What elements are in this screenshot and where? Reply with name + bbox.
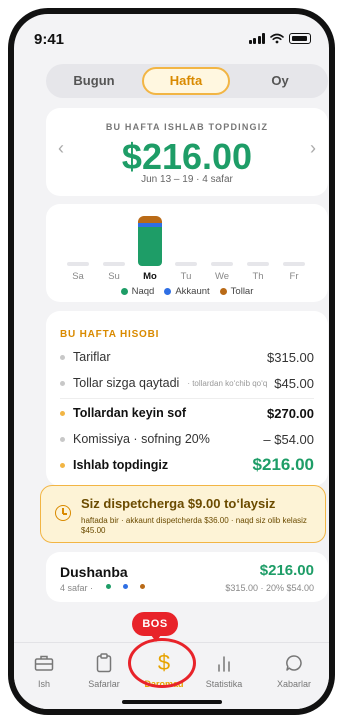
legend-label: Akkaunt: [175, 286, 210, 297]
row-note: · tollardan ko‘chib qo‘q: [187, 378, 268, 388]
day-name: Dushanba: [60, 564, 128, 580]
bullet: [60, 410, 65, 416]
banner-title: Siz dispetcherga $9.00 to‘laysiz: [81, 496, 276, 511]
weekly-chart: Naqd Akkaunt Tollar Sa Su Mo Tu We Th Fr: [46, 204, 328, 302]
day-label[interactable]: Tu: [174, 271, 198, 282]
day-row-monday[interactable]: Dushanba $216.00 4 safar · $315.00 · 20%…: [46, 552, 328, 602]
tab-label: Safarlar: [88, 679, 120, 689]
empty-day-bar: [103, 262, 125, 266]
report-row-commission: Komissiya · sofning 20% – $54.00: [60, 429, 314, 449]
row-value: – $54.00: [263, 431, 314, 447]
screen: 9:41 Bugun Hafta Oy ‹ › BU HAFTA ISHLAB …: [14, 14, 329, 709]
legend-dot: [219, 288, 227, 295]
row-value: $45.00: [274, 375, 314, 391]
row-value: $270.00: [267, 405, 314, 421]
tab-label: Xabarlar: [276, 679, 312, 689]
tab-today[interactable]: Bugun: [54, 64, 134, 98]
cash-dot: [106, 584, 111, 589]
day-label[interactable]: Su: [102, 271, 126, 282]
empty-day-bar: [67, 262, 89, 266]
row-value: $216.00: [252, 455, 314, 474]
bar-chart-icon: [194, 651, 254, 675]
briefcase-icon: [14, 651, 74, 675]
legend-item: Tollar: [219, 286, 254, 297]
tab-week[interactable]: Hafta: [142, 67, 230, 95]
divider: [60, 398, 314, 399]
signal-icon: [248, 33, 265, 44]
day-trips: 4 safar ·: [60, 583, 94, 593]
row-label: Ishlab topdingiz: [73, 458, 169, 472]
highlight-ring: [128, 638, 196, 688]
tab-label: Ish: [37, 679, 50, 689]
legend-dot: [164, 288, 172, 295]
status-icons: [248, 33, 311, 44]
tab-month[interactable]: Oy: [240, 64, 320, 98]
empty-day-bar: [283, 262, 305, 266]
day-detail: $315.00 · 20% $54.00: [225, 583, 314, 593]
summary-label: BU HAFTA ISHLAB TOPDINGIZ: [105, 122, 269, 132]
bar-segment-naqd: [138, 227, 162, 266]
tab-xabarlar[interactable]: Xabarlar: [264, 651, 324, 689]
clock-icon: [55, 505, 71, 521]
legend-item: Akkaunt: [164, 286, 210, 297]
toll-dot: [140, 584, 145, 589]
legend-dot: [120, 288, 128, 295]
day-label[interactable]: We: [210, 271, 234, 282]
report-row-fares: Tariflar $315.00: [60, 347, 314, 367]
row-label: Komissiya · sofning 20%: [73, 432, 210, 446]
report-row-tolls-returned: Tollar sizga qaytadi · tollardan ko‘chib…: [60, 373, 314, 393]
empty-day-bar: [175, 262, 197, 266]
summary-card: ‹ › BU HAFTA ISHLAB TOPDINGIZ $216.00 Ju…: [46, 108, 328, 196]
bullet: [60, 380, 65, 386]
day-label[interactable]: Sa: [66, 271, 90, 282]
bullet: [60, 436, 65, 442]
battery-icon: [289, 33, 311, 44]
legend-label: Naqd: [131, 286, 155, 297]
summary-amount: $216.00: [121, 136, 253, 177]
bar-segment-akkaunt: [138, 223, 162, 227]
day-label[interactable]: Mo: [138, 271, 162, 282]
day-label[interactable]: Th: [246, 271, 270, 282]
report-card: BU HAFTA HISOBI Tariflar $315.00 Tollar …: [46, 311, 328, 486]
row-label: Tollar sizga qaytadi: [73, 376, 180, 390]
dispatcher-banner[interactable]: Siz dispetcherga $9.00 to‘laysiz haftada…: [40, 485, 326, 543]
account-dot: [123, 584, 128, 589]
status-bar: 9:41: [14, 14, 329, 58]
banner-subtitle: haftada bir · akkaunt dispetcherda $36.0…: [81, 516, 307, 535]
chart-legend: Naqd Akkaunt Tollar: [46, 286, 328, 297]
report-row-earned: Ishlab topdingiz $216.00: [60, 455, 314, 475]
legend-label: Tollar: [230, 286, 254, 297]
summary-range: Jun 13 – 19 · 4 safar: [141, 174, 233, 185]
row-value: $315.00: [267, 349, 314, 365]
empty-day-bar: [211, 262, 233, 266]
period-selector: Bugun Hafta Oy: [46, 64, 328, 98]
clipboard-icon: [74, 651, 134, 675]
wifi-icon: [270, 33, 284, 44]
chat-bubble-icon: [264, 651, 324, 675]
tab-label: Statistika: [205, 679, 243, 689]
day-label[interactable]: Fr: [282, 271, 306, 282]
tab-safarlar[interactable]: Safarlar: [74, 651, 134, 689]
report-row-net: Tollardan keyin sof $270.00: [60, 403, 314, 423]
tab-statistika[interactable]: Statistika: [194, 651, 254, 689]
bullet: [60, 462, 65, 468]
empty-day-bar: [247, 262, 269, 266]
payment-dots: [106, 584, 145, 589]
report-title: BU HAFTA HISOBI: [60, 329, 160, 340]
tab-ish[interactable]: Ish: [14, 651, 74, 689]
bos-badge: BOS: [132, 612, 178, 642]
row-label: Tariflar: [73, 350, 111, 364]
day-total: $216.00: [259, 562, 314, 579]
home-indicator: [122, 700, 222, 704]
row-label: Tollardan keyin sof: [73, 406, 186, 420]
bullet: [60, 354, 65, 360]
bar-segment-tollar: [138, 216, 162, 223]
legend-item: Naqd: [120, 286, 155, 297]
status-time: 9:41: [34, 31, 65, 48]
